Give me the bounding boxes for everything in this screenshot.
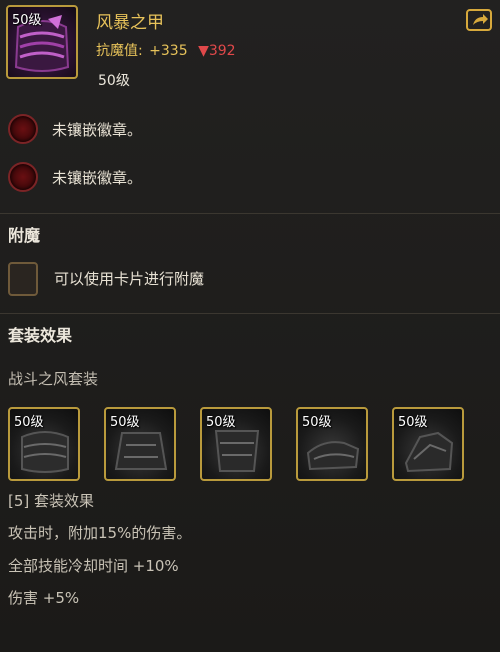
stat-down-value: ▼392 [198, 43, 236, 59]
empty-socket-icon [8, 162, 38, 192]
set-piece-icon[interactable]: 50级 [8, 407, 80, 481]
armor-piece-icon [306, 441, 360, 471]
share-arrow-icon[interactable] [466, 9, 492, 31]
set-piece-icon[interactable]: 50级 [392, 407, 464, 481]
stat-up-value: +335 [149, 43, 188, 59]
set-piece-level: 50级 [302, 415, 332, 430]
set-piece-level: 50级 [398, 415, 428, 430]
enchant-section-title: 附魔 [8, 226, 41, 245]
armor-item-icon[interactable]: 50级 [6, 5, 78, 79]
set-piece-icon[interactable]: 50级 [104, 407, 176, 481]
item-level-tag: 50级 [12, 13, 42, 28]
set-piece-level: 50级 [14, 415, 44, 430]
set-bonus-line: 全部技能冷却时间 +10% [8, 557, 179, 575]
enchant-slot-label: 可以使用卡片进行附魔 [54, 270, 205, 288]
set-section-title: 套装效果 [8, 326, 73, 345]
empty-socket-icon [8, 114, 38, 144]
socket-row[interactable]: 未镶嵌徽章。 [8, 162, 488, 196]
set-bonus-line: 攻击时，附加15%的伤害。 [8, 524, 192, 542]
arrow-icon [473, 14, 488, 25]
stat-label: 抗魔值: [96, 43, 143, 59]
armor-piece-icon [114, 432, 168, 470]
divider [0, 213, 500, 214]
armor-piece-icon [404, 431, 454, 473]
socket-label: 未镶嵌徽章。 [52, 121, 143, 139]
stat-line: 抗魔值: +335 ▼392 [96, 40, 236, 60]
set-piece-level: 50级 [110, 415, 140, 430]
required-level: 50级 [98, 73, 130, 89]
socket-row[interactable]: 未镶嵌徽章。 [8, 114, 488, 148]
set-piece-icon[interactable]: 50级 [296, 407, 368, 481]
set-piece-icon[interactable]: 50级 [200, 407, 272, 481]
armor-piece-icon [21, 431, 69, 473]
set-name: 战斗之风套装 [8, 370, 99, 388]
set-piece-level: 50级 [206, 415, 236, 430]
item-tooltip-panel: 50级 风暴之甲 抗魔值: +335 ▼392 50级 未镶嵌徽章。 未镶嵌徽章… [0, 0, 500, 652]
enchant-slot-icon[interactable] [8, 262, 38, 296]
set-bonus-line: 伤害 +5% [8, 589, 80, 607]
armor-piece-icon [214, 430, 260, 472]
item-name: 风暴之甲 [96, 13, 164, 33]
divider [0, 313, 500, 314]
socket-label: 未镶嵌徽章。 [52, 169, 143, 187]
set-bonus-header: [5] 套装效果 [8, 492, 95, 510]
